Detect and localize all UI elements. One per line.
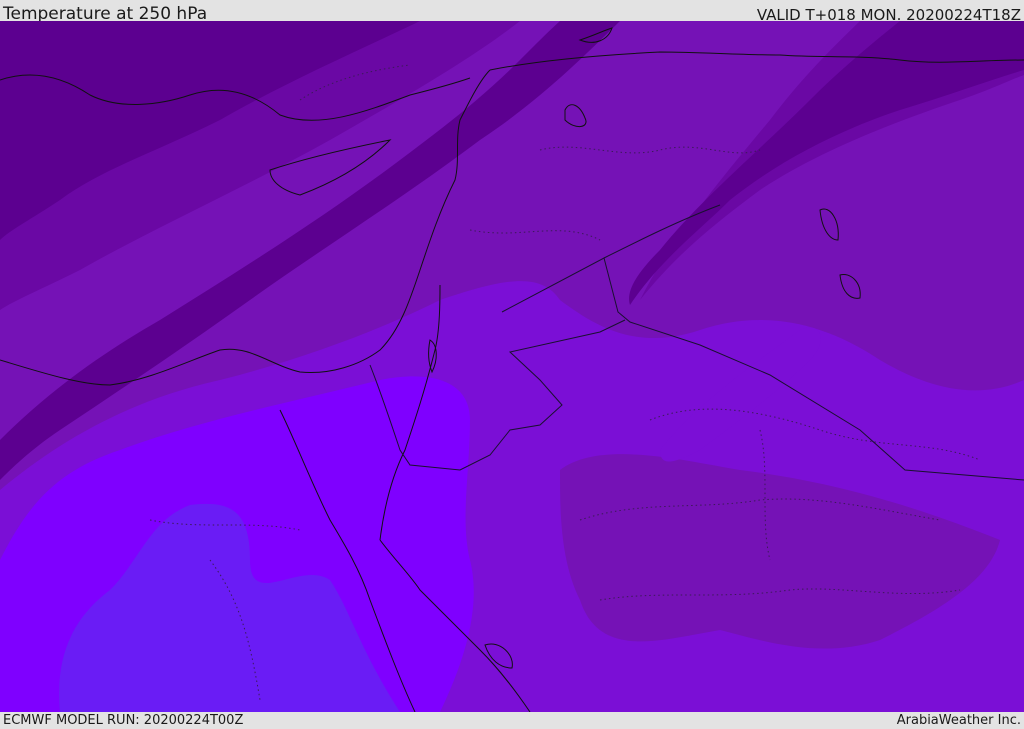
credit-label: ArabiaWeather Inc. [896, 713, 1021, 728]
model-run-label: ECMWF MODEL RUN: 20200224T00Z [3, 713, 244, 728]
map-footer: ECMWF MODEL RUN: 20200224T00Z ArabiaWeat… [0, 712, 1024, 729]
temperature-map[interactable] [0, 21, 1024, 712]
map-header: Temperature at 250 hPa VALID T+018 MON. … [0, 0, 1024, 24]
